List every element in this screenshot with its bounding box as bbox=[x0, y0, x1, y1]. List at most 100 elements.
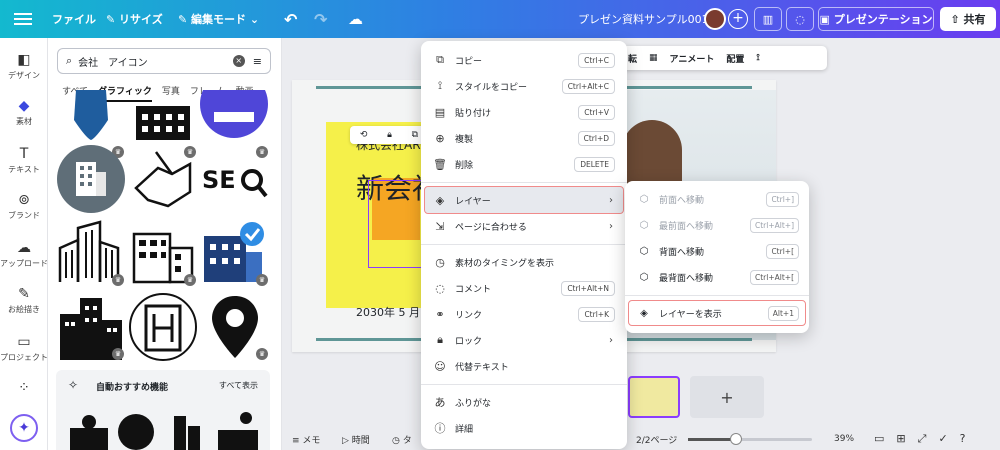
submenu-item-bring-forward[interactable]: ⬡ 前面へ移動 Ctrl+] bbox=[629, 187, 805, 211]
avatar[interactable] bbox=[704, 8, 726, 30]
apps-button[interactable]: ⁘ bbox=[0, 380, 48, 398]
search-icon: ⌕ bbox=[66, 54, 73, 67]
rotate-icon[interactable]: ⟲ bbox=[360, 130, 368, 140]
rail-item-elements[interactable]: ◆ 素材 bbox=[0, 98, 48, 127]
text-icon: T bbox=[19, 146, 29, 162]
submenu-item-show-layers[interactable]: ◈ レイヤーを表示 Alt+1 bbox=[628, 300, 806, 326]
graphic-map-pin-icon[interactable]: ♛ bbox=[200, 292, 270, 362]
menu-label: 素材のタイミングを表示 bbox=[455, 258, 555, 269]
rail-item-draw[interactable]: ✎ お絵描き bbox=[0, 286, 48, 315]
brand-icon: ⊚ bbox=[18, 192, 30, 208]
menu-item-lock[interactable]: 🔒︎ ロック › bbox=[425, 327, 623, 353]
redo-button[interactable]: ↷ bbox=[314, 0, 327, 38]
flip-label[interactable]: 転 bbox=[628, 52, 637, 65]
zoom-percentage[interactable]: 39% bbox=[834, 434, 854, 444]
resize-icon: ✎ bbox=[106, 12, 120, 26]
help-icon[interactable]: ? bbox=[960, 432, 966, 446]
stopwatch-button[interactable]: ◷ タ bbox=[392, 433, 412, 446]
zoom-slider[interactable] bbox=[688, 433, 812, 445]
menu-label: リンク bbox=[455, 310, 483, 321]
submenu-item-send-to-back[interactable]: ⬡ 最背面へ移動 Ctrl+Alt+[ bbox=[629, 265, 805, 289]
graphic-seo-icon[interactable]: SE bbox=[200, 144, 270, 214]
menu-item-paste[interactable]: ▤ 貼り付け Ctrl+V bbox=[425, 99, 623, 125]
copy-icon: ⧉ bbox=[436, 53, 444, 66]
menu-item-duplicate[interactable]: ⊕ 複製 Ctrl+D bbox=[425, 125, 623, 151]
graphic-verified-building-icon[interactable]: ♛ bbox=[200, 218, 270, 288]
check-icon[interactable]: ✓ bbox=[938, 432, 947, 446]
magic-sparkle-button[interactable]: ✦ bbox=[10, 414, 38, 442]
menu-item-timing[interactable]: ◷ 素材のタイミングを表示 bbox=[425, 249, 623, 275]
page-indicator[interactable]: 2/2ページ bbox=[636, 433, 677, 446]
page-view-icon[interactable]: ▭ bbox=[874, 432, 884, 446]
filter-icon[interactable]: ≡ bbox=[253, 55, 262, 68]
menu-item-comment[interactable]: ◌ コメント Ctrl+Alt+N bbox=[425, 275, 623, 301]
file-menu[interactable]: ファイル bbox=[52, 0, 96, 38]
search-input[interactable]: ⌕ 会社 アイコン × ≡ bbox=[57, 48, 271, 74]
clear-search-button[interactable]: × bbox=[232, 55, 245, 67]
present-button[interactable]: ▣ プレゼンテーション bbox=[818, 7, 934, 31]
submenu-item-send-backward[interactable]: ⬡ 背面へ移動 Ctrl+[ bbox=[629, 239, 805, 263]
rail-item-projects[interactable]: ▭ プロジェクト bbox=[0, 334, 48, 363]
graphic-building-circle-icon[interactable] bbox=[128, 292, 198, 362]
page-thumbnail-2[interactable] bbox=[628, 376, 680, 418]
duplicate-icon[interactable]: ⧉ bbox=[412, 130, 418, 140]
rail-item-upload[interactable]: ☁ アップロード bbox=[0, 240, 48, 269]
graphic-office-block-icon[interactable]: ♛ bbox=[128, 218, 198, 288]
fullscreen-icon[interactable]: ⤢ bbox=[918, 432, 927, 446]
bottom-bar: ≡ メモ ▷ 時間 ◷ タ 2/2ページ 39% ▭ ⊞ ⤢ ✓ ? bbox=[282, 428, 1000, 450]
menu-item-furigana[interactable]: あふりがな bbox=[425, 389, 623, 415]
menu-item-layer[interactable]: ◈ レイヤー › bbox=[424, 186, 624, 214]
rail-item-text[interactable]: T テキスト bbox=[0, 146, 48, 175]
layers-icon: ◈ bbox=[640, 307, 648, 319]
menu-item-fit-page[interactable]: ⇲ ページに合わせる › bbox=[425, 213, 623, 239]
bar-chart-icon: ▥ bbox=[762, 12, 774, 26]
pencil-icon: ✎ bbox=[178, 12, 192, 26]
animate-button[interactable]: アニメート bbox=[670, 52, 715, 65]
grid-view-icon[interactable]: ⊞ bbox=[896, 432, 905, 446]
timer-label: 時間 bbox=[351, 435, 370, 446]
edit-mode-dropdown[interactable]: ✎ 編集モード ⌄ bbox=[178, 0, 259, 38]
menu-item-copy[interactable]: ⧉ コピー Ctrl+C bbox=[425, 47, 623, 73]
lock-icon[interactable]: 🔒︎ bbox=[387, 130, 392, 140]
menu-item-copy-style[interactable]: ⟟ スタイルをコピー Ctrl+Alt+C bbox=[425, 73, 623, 99]
rail-label: アップロード bbox=[0, 259, 48, 268]
left-rail: ◧ デザイン ◆ 素材 T テキスト ⊚ ブランド ☁ アップロード ✎ お絵描き ▭ プロジ… bbox=[0, 38, 48, 450]
menu-item-delete[interactable]: 🗑︎ 削除 DELETE bbox=[425, 151, 623, 177]
zoom-slider-knob[interactable] bbox=[730, 433, 743, 445]
rail-item-design[interactable]: ◧ デザイン bbox=[0, 52, 48, 81]
menu-item-details[interactable]: ⓘ 詳細 bbox=[425, 415, 623, 441]
add-page-button[interactable]: + bbox=[690, 376, 764, 418]
resize-button[interactable]: ✎ リサイズ bbox=[106, 0, 163, 38]
graphic-company-silhouette-icon[interactable]: ♛ bbox=[56, 292, 126, 362]
speech-bubble-icon: ◌ bbox=[795, 12, 805, 26]
graphic-skyscrapers-icon[interactable]: ♛ bbox=[56, 218, 126, 288]
see-all-link[interactable]: すべて表示 bbox=[219, 380, 258, 391]
rail-item-brand[interactable]: ⊚ ブランド bbox=[0, 192, 48, 221]
hamburger-menu-button[interactable] bbox=[14, 10, 32, 28]
document-title[interactable]: プレゼン資料サンプル001 bbox=[578, 0, 709, 38]
transparency-icon[interactable]: ▦ bbox=[649, 53, 658, 63]
graphic-office-circle-icon[interactable] bbox=[56, 144, 126, 214]
menu-item-alt-text[interactable]: ☺ 代替テキスト bbox=[425, 353, 623, 379]
comment-button[interactable]: ◌ bbox=[786, 7, 814, 31]
recommended-graphics-row[interactable] bbox=[64, 410, 264, 450]
insights-button[interactable]: ▥ bbox=[754, 7, 782, 31]
menu-label: ページに合わせる bbox=[455, 222, 527, 233]
timer-button[interactable]: ▷ 時間 bbox=[342, 433, 370, 446]
share-button[interactable]: ⇧ 共有 bbox=[940, 7, 996, 31]
position-button[interactable]: 配置 bbox=[726, 52, 744, 65]
undo-button[interactable]: ↶ bbox=[284, 0, 297, 38]
date-text[interactable]: 2030年 5 月 1 bbox=[356, 304, 430, 320]
auto-recommend-section: ✧ 自動おすすめ機能 すべて表示 bbox=[56, 370, 270, 450]
submenu-label: 最背面へ移動 bbox=[659, 273, 714, 284]
paint-roller-icon[interactable]: ⟟ bbox=[756, 53, 759, 63]
menu-item-link[interactable]: ⚭ リンク Ctrl+K bbox=[425, 301, 623, 327]
floating-tools: ⟲ 🔒︎ ⧉ bbox=[350, 126, 428, 144]
submenu-item-bring-to-front[interactable]: ⬡ 最前面へ移動 Ctrl+Alt+] bbox=[629, 213, 805, 237]
add-collaborator-button[interactable]: + bbox=[728, 9, 748, 29]
duplicate-icon: ⊕ bbox=[435, 131, 445, 145]
notes-button[interactable]: ≡ メモ bbox=[292, 433, 320, 446]
graphic-handshake-icon[interactable] bbox=[128, 144, 198, 214]
cloud-save-icon[interactable]: ☁ bbox=[348, 0, 363, 38]
menu-label: ふりがな bbox=[455, 398, 492, 409]
